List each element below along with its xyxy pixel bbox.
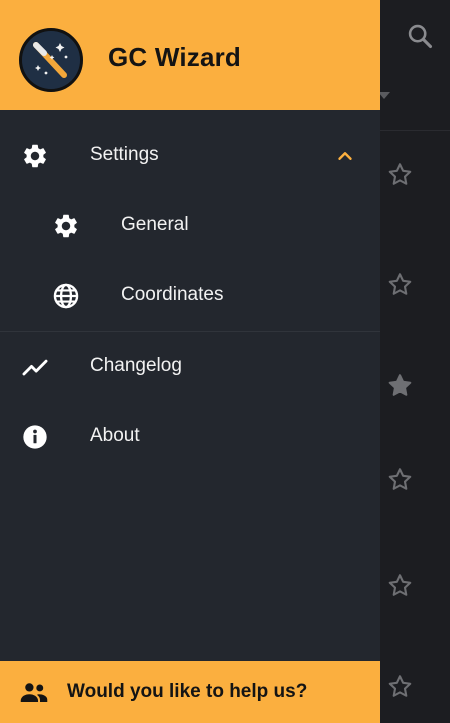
help-us-label: Would you like to help us? <box>67 681 308 702</box>
menu-item-settings[interactable]: Settings <box>0 123 380 189</box>
search-icon[interactable] <box>406 22 434 50</box>
globe-icon <box>53 283 79 309</box>
menu-item-label: Settings <box>90 144 159 165</box>
menu-item-label: Coordinates <box>121 284 224 305</box>
gear-icon <box>55 214 77 238</box>
menu-item-general[interactable]: General <box>0 193 380 259</box>
star-outline-icon[interactable] <box>386 271 414 299</box>
app-title: GC Wizard <box>108 42 242 72</box>
trend-line-icon <box>22 359 48 376</box>
star-outline-icon[interactable] <box>386 466 414 494</box>
navigation-drawer: GC Wizard Settings General Coordinates C… <box>0 0 380 723</box>
people-icon <box>20 683 48 703</box>
drawer-header: GC Wizard <box>0 0 380 110</box>
divider <box>380 130 450 131</box>
wizard-wand-logo-icon <box>19 28 83 92</box>
help-us-button[interactable]: Would you like to help us? <box>0 661 380 723</box>
star-filled-icon[interactable] <box>386 372 414 400</box>
menu-item-coordinates[interactable]: Coordinates <box>0 263 380 329</box>
star-outline-icon[interactable] <box>386 572 414 600</box>
menu-item-changelog[interactable]: Changelog <box>0 334 380 400</box>
divider <box>0 331 380 332</box>
menu-item-label: General <box>121 214 189 235</box>
menu-item-label: About <box>90 425 140 446</box>
gear-icon <box>24 144 46 168</box>
star-outline-icon[interactable] <box>386 673 414 701</box>
info-icon <box>23 425 47 449</box>
star-outline-icon[interactable] <box>386 161 414 189</box>
menu-item-about[interactable]: About <box>0 404 380 470</box>
chevron-up-icon[interactable] <box>334 145 356 167</box>
menu-item-label: Changelog <box>90 355 182 376</box>
